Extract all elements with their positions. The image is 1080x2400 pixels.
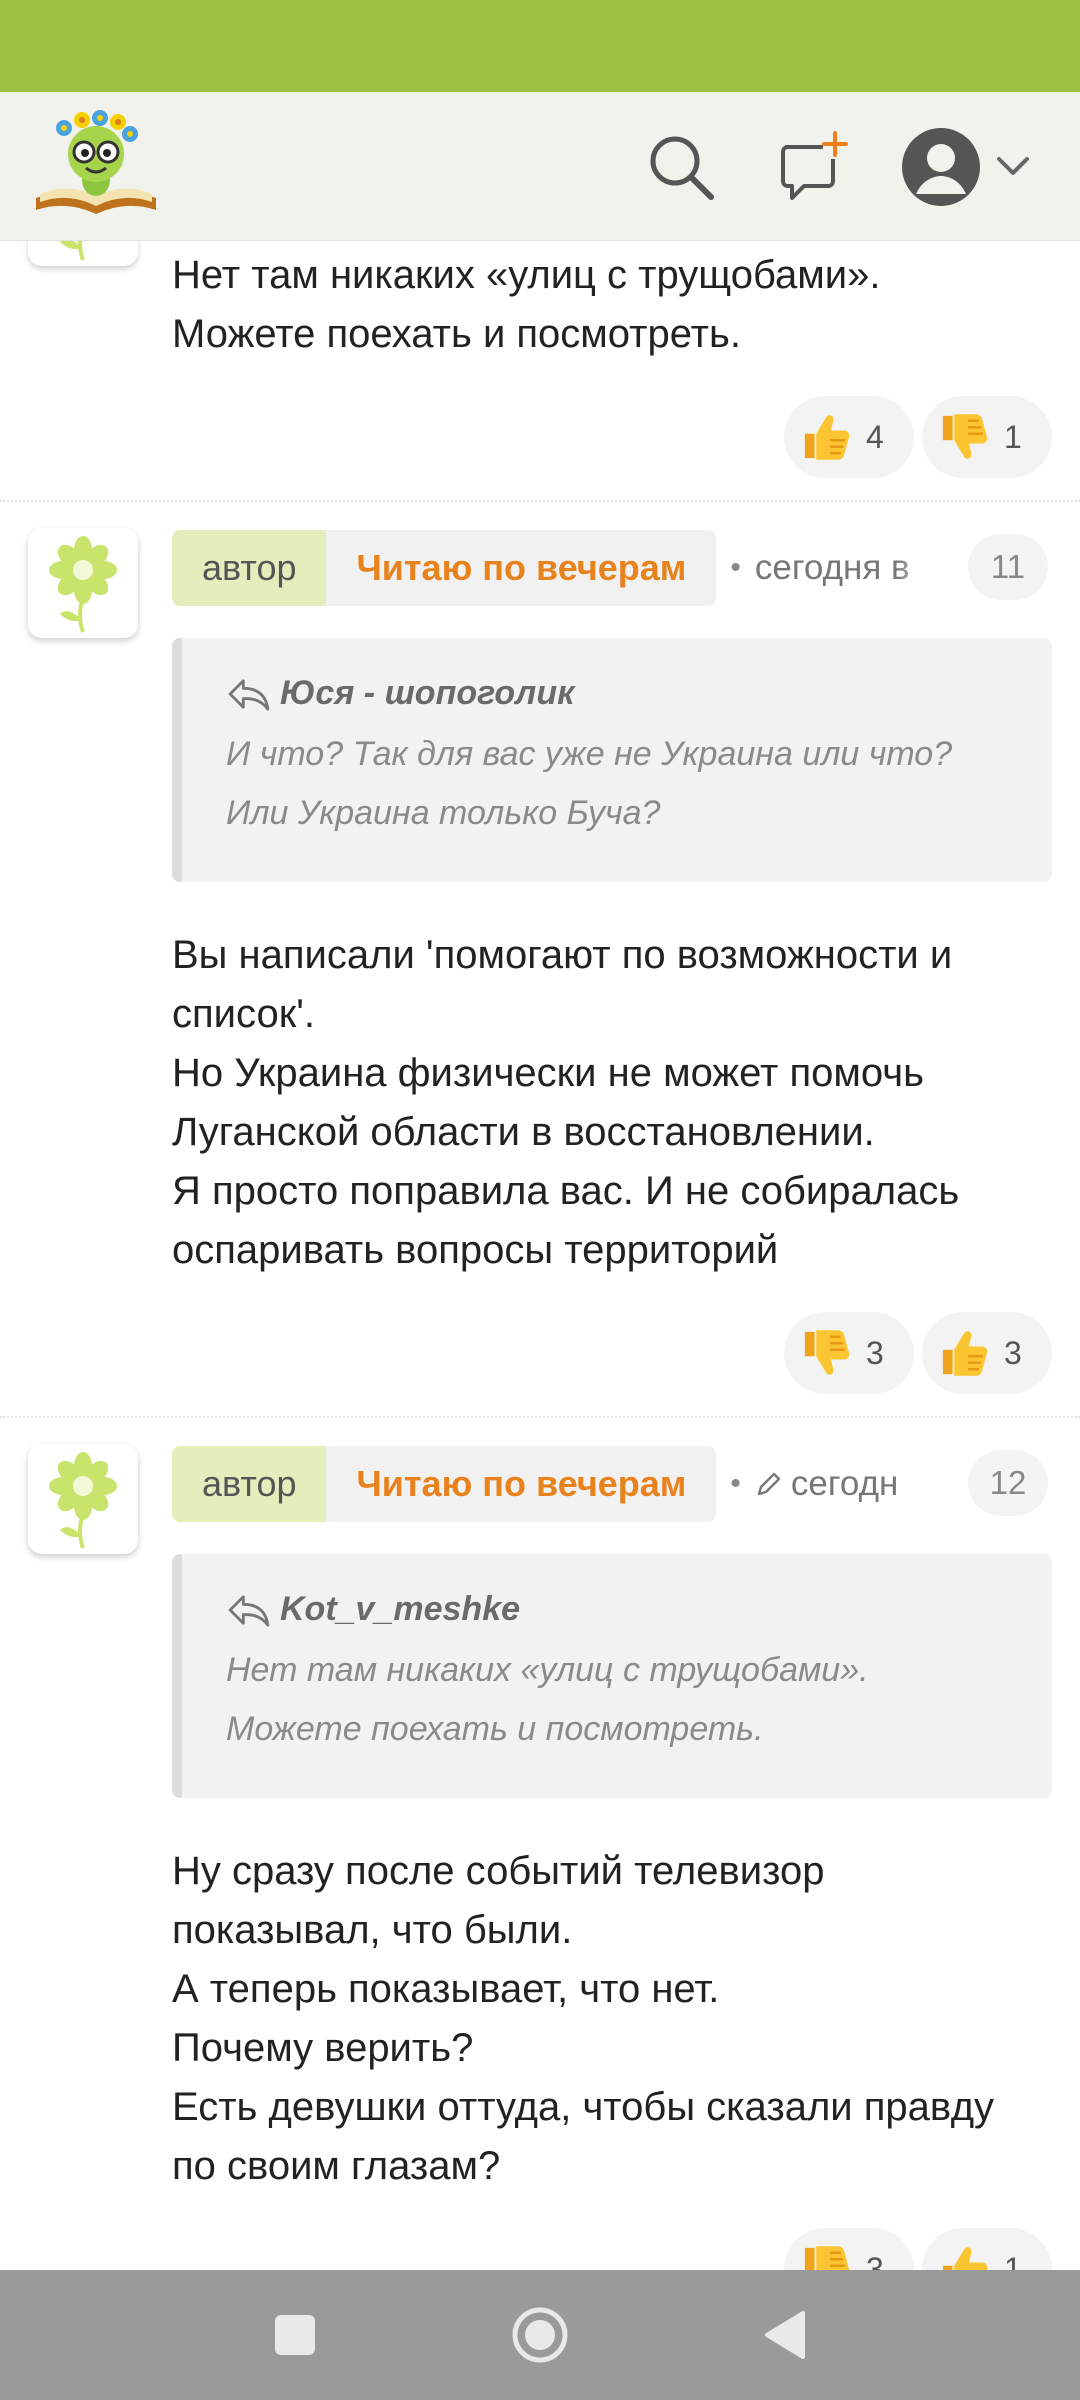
bookworm-logo-icon[interactable]	[30, 110, 162, 222]
meta-separator: •	[730, 551, 741, 584]
dislike-count: 3	[866, 1334, 884, 1371]
comment-text: Нет там никаких «улиц с трущобами». Може…	[172, 253, 881, 356]
app-header	[0, 92, 1080, 241]
comment-time: сегодня в	[755, 548, 937, 588]
author-role-label: автор	[172, 1446, 327, 1522]
comment-time-text: сегодня в	[754, 548, 910, 587]
like-count: 4	[866, 418, 884, 455]
dislike-count: 1	[1004, 418, 1022, 455]
thumbs-down-icon	[938, 411, 990, 463]
comment-text: Вы написали 'помогают по возможности и с…	[172, 933, 960, 1272]
search-icon[interactable]	[636, 122, 726, 212]
comment-number[interactable]: 12	[968, 1450, 1048, 1516]
thumbs-down-icon	[800, 2243, 852, 2270]
author-badge[interactable]: автор Читаю по вечерам	[172, 530, 717, 606]
thumbs-up-icon	[938, 1327, 990, 1379]
author-name[interactable]: Читаю по вечерам	[326, 1446, 717, 1522]
quoted-comment[interactable]: Юся - шопоголик И что? Так для вас уже н…	[172, 638, 1052, 882]
quote-author: Юся - шопоголик	[226, 674, 1018, 713]
reply-icon	[226, 677, 272, 711]
avatar[interactable]	[28, 1444, 138, 1554]
meta-separator: •	[730, 1467, 741, 1500]
comment-time-text: сегодн	[790, 1464, 899, 1503]
avatar[interactable]	[28, 528, 138, 638]
user-avatar-icon[interactable]	[896, 122, 986, 212]
new-message-icon[interactable]	[768, 122, 858, 212]
dislike-button[interactable]: 3	[784, 1312, 914, 1394]
reply-icon	[226, 1593, 272, 1627]
quote-author-name: Kot_v_meshke	[280, 1590, 521, 1628]
dislike-button[interactable]: 3	[784, 2228, 914, 2270]
quote-author-name: Юся - шопоголик	[280, 674, 575, 712]
edited-pencil-icon	[757, 1472, 781, 1496]
like-button[interactable]: 3	[922, 1312, 1052, 1394]
thumbs-down-icon	[800, 1327, 852, 1379]
avatar[interactable]	[28, 240, 138, 266]
author-badge[interactable]: автор Читаю по вечерам	[172, 1446, 717, 1522]
author-role-label: автор	[172, 530, 327, 606]
recents-square-icon[interactable]	[250, 2290, 340, 2380]
author-name[interactable]: Читаю по вечерам	[326, 530, 717, 606]
quote-text: И что? Так для вас уже не Украина или чт…	[226, 735, 953, 832]
chevron-down-icon[interactable]	[978, 122, 1048, 212]
comment-divider	[0, 500, 1080, 502]
system-nav-bar	[0, 2270, 1080, 2400]
thumbs-up-icon	[938, 2243, 990, 2270]
status-bar	[0, 0, 1080, 92]
comment-feed[interactable]: Нет там никаких «улиц с трущобами». Може…	[0, 240, 1080, 2270]
comment-meta: автор Читаю по вечерам • сегодня в	[172, 530, 937, 606]
like-count: 3	[1004, 1334, 1022, 1371]
dislike-count: 3	[866, 2250, 884, 2271]
dislike-button[interactable]: 1	[922, 396, 1052, 478]
comment-divider	[0, 1416, 1080, 1418]
thumbs-up-icon	[800, 411, 852, 463]
quote-author: Kot_v_meshke	[226, 1590, 1018, 1629]
quote-text: Нет там никаких «улиц с трущобами». Може…	[226, 1651, 869, 1748]
comment-meta: автор Читаю по вечерам • сегодн	[172, 1446, 937, 1522]
quoted-comment[interactable]: Kot_v_meshke Нет там никаких «улиц с тру…	[172, 1554, 1052, 1798]
comment-number[interactable]: 11	[968, 534, 1048, 600]
like-button[interactable]: 1	[922, 2228, 1052, 2270]
like-button[interactable]: 4	[784, 396, 914, 478]
like-count: 1	[1004, 2250, 1022, 2271]
comment-time: сегодн	[755, 1464, 937, 1504]
back-triangle-icon[interactable]	[740, 2290, 830, 2380]
comment-text: Ну сразу после событий телевизор показыв…	[172, 1849, 995, 2188]
home-circle-icon[interactable]	[495, 2290, 585, 2380]
